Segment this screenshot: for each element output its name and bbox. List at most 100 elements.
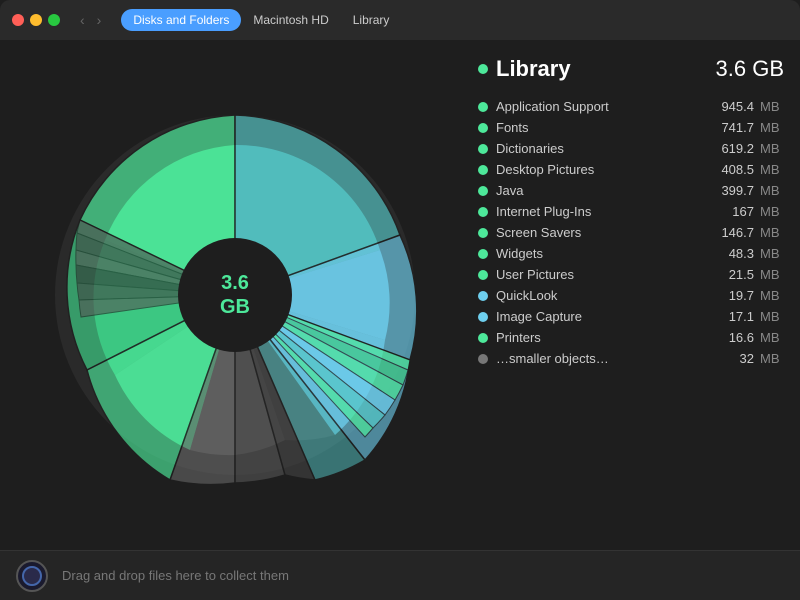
item-size-number: 17.1 bbox=[712, 309, 754, 324]
item-name: Java bbox=[496, 183, 523, 198]
library-dot bbox=[478, 64, 488, 74]
maximize-button[interactable] bbox=[48, 14, 60, 26]
item-size-unit: MB bbox=[760, 120, 784, 135]
item-size-row: 48.3 MB bbox=[694, 246, 784, 261]
drop-hint-text: Drag and drop files here to collect them bbox=[62, 568, 289, 583]
item-size-row: 619.2 MB bbox=[694, 141, 784, 156]
items-list: Application Support 945.4 MB Fonts 741.7… bbox=[478, 96, 784, 369]
item-size-row: 167 MB bbox=[694, 204, 784, 219]
item-left: Image Capture bbox=[478, 309, 694, 324]
item-left: Application Support bbox=[478, 99, 694, 114]
item-size-row: 16.6 MB bbox=[694, 330, 784, 345]
back-arrow[interactable]: ‹ bbox=[76, 10, 89, 30]
list-item[interactable]: Internet Plug-Ins 167 MB bbox=[478, 201, 784, 222]
drop-icon bbox=[16, 560, 48, 592]
breadcrumb-disks[interactable]: Disks and Folders bbox=[121, 9, 241, 31]
library-title-text: Library bbox=[496, 56, 571, 82]
list-item[interactable]: Widgets 48.3 MB bbox=[478, 243, 784, 264]
item-size-row: 32 MB bbox=[694, 351, 784, 366]
item-size-row: 21.5 MB bbox=[694, 267, 784, 282]
list-item[interactable]: User Pictures 21.5 MB bbox=[478, 264, 784, 285]
item-size-row: 399.7 MB bbox=[694, 183, 784, 198]
item-dot bbox=[478, 186, 488, 196]
viz-area: 3.6GB bbox=[0, 40, 470, 550]
item-name: Desktop Pictures bbox=[496, 162, 594, 177]
item-size-number: 399.7 bbox=[712, 183, 754, 198]
item-name: Widgets bbox=[496, 246, 543, 261]
item-size-unit: MB bbox=[760, 183, 784, 198]
item-name: Internet Plug-Ins bbox=[496, 204, 591, 219]
item-left: Screen Savers bbox=[478, 225, 694, 240]
list-item[interactable]: Image Capture 17.1 MB bbox=[478, 306, 784, 327]
list-item[interactable]: QuickLook 19.7 MB bbox=[478, 285, 784, 306]
item-dot bbox=[478, 333, 488, 343]
item-size-unit: MB bbox=[760, 309, 784, 324]
item-size-unit: MB bbox=[760, 330, 784, 345]
item-size-row: 741.7 MB bbox=[694, 120, 784, 135]
item-size-unit: MB bbox=[760, 267, 784, 282]
item-dot bbox=[478, 270, 488, 280]
list-item[interactable]: Application Support 945.4 MB bbox=[478, 96, 784, 117]
item-size-number: 945.4 bbox=[712, 99, 754, 114]
item-left: Desktop Pictures bbox=[478, 162, 694, 177]
item-name: Screen Savers bbox=[496, 225, 581, 240]
item-left: Dictionaries bbox=[478, 141, 694, 156]
item-dot bbox=[478, 123, 488, 133]
list-item[interactable]: Java 399.7 MB bbox=[478, 180, 784, 201]
list-item[interactable]: …smaller objects… 32 MB bbox=[478, 348, 784, 369]
breadcrumb-macintoshhd[interactable]: Macintosh HD bbox=[241, 9, 340, 31]
item-size-number: 619.2 bbox=[712, 141, 754, 156]
item-dot bbox=[478, 312, 488, 322]
item-size-row: 17.1 MB bbox=[694, 309, 784, 324]
item-size-number: 21.5 bbox=[712, 267, 754, 282]
item-size-number: 48.3 bbox=[712, 246, 754, 261]
breadcrumb-library[interactable]: Library bbox=[341, 9, 402, 31]
item-size-unit: MB bbox=[760, 225, 784, 240]
sunburst-chart bbox=[25, 65, 445, 525]
item-name: Fonts bbox=[496, 120, 529, 135]
item-name: User Pictures bbox=[496, 267, 574, 282]
item-name: Printers bbox=[496, 330, 541, 345]
item-size-row: 146.7 MB bbox=[694, 225, 784, 240]
item-name: Dictionaries bbox=[496, 141, 564, 156]
item-dot bbox=[478, 354, 488, 364]
item-name: …smaller objects… bbox=[496, 351, 609, 366]
item-size-unit: MB bbox=[760, 246, 784, 261]
library-total-size: 3.6 GB bbox=[716, 56, 784, 82]
list-item[interactable]: Screen Savers 146.7 MB bbox=[478, 222, 784, 243]
item-left: Internet Plug-Ins bbox=[478, 204, 694, 219]
item-size-number: 32 bbox=[712, 351, 754, 366]
item-size-unit: MB bbox=[760, 162, 784, 177]
titlebar: ‹ › Disks and Folders Macintosh HD Libra… bbox=[0, 0, 800, 40]
library-header: Library 3.6 GB bbox=[478, 56, 784, 82]
item-size-unit: MB bbox=[760, 141, 784, 156]
item-name: Application Support bbox=[496, 99, 609, 114]
item-left: Fonts bbox=[478, 120, 694, 135]
close-button[interactable] bbox=[12, 14, 24, 26]
list-item[interactable]: Printers 16.6 MB bbox=[478, 327, 784, 348]
drop-icon-inner bbox=[22, 566, 42, 586]
sunburst-container: 3.6GB bbox=[25, 65, 445, 525]
item-size-number: 741.7 bbox=[712, 120, 754, 135]
item-size-number: 19.7 bbox=[712, 288, 754, 303]
item-size-unit: MB bbox=[760, 99, 784, 114]
item-left: Widgets bbox=[478, 246, 694, 261]
library-title: Library bbox=[478, 56, 571, 82]
item-size-unit: MB bbox=[760, 351, 784, 366]
item-dot bbox=[478, 102, 488, 112]
nav-arrows: ‹ › bbox=[76, 10, 105, 30]
item-size-row: 408.5 MB bbox=[694, 162, 784, 177]
item-left: User Pictures bbox=[478, 267, 694, 282]
list-item[interactable]: Fonts 741.7 MB bbox=[478, 117, 784, 138]
list-item[interactable]: Desktop Pictures 408.5 MB bbox=[478, 159, 784, 180]
item-size-number: 167 bbox=[712, 204, 754, 219]
list-item[interactable]: Dictionaries 619.2 MB bbox=[478, 138, 784, 159]
item-dot bbox=[478, 144, 488, 154]
minimize-button[interactable] bbox=[30, 14, 42, 26]
traffic-lights bbox=[12, 14, 60, 26]
forward-arrow[interactable]: › bbox=[93, 10, 106, 30]
item-size-number: 408.5 bbox=[712, 162, 754, 177]
item-dot bbox=[478, 165, 488, 175]
main-content: 3.6GB Library 3.6 GB Application Support… bbox=[0, 40, 800, 550]
item-dot bbox=[478, 228, 488, 238]
